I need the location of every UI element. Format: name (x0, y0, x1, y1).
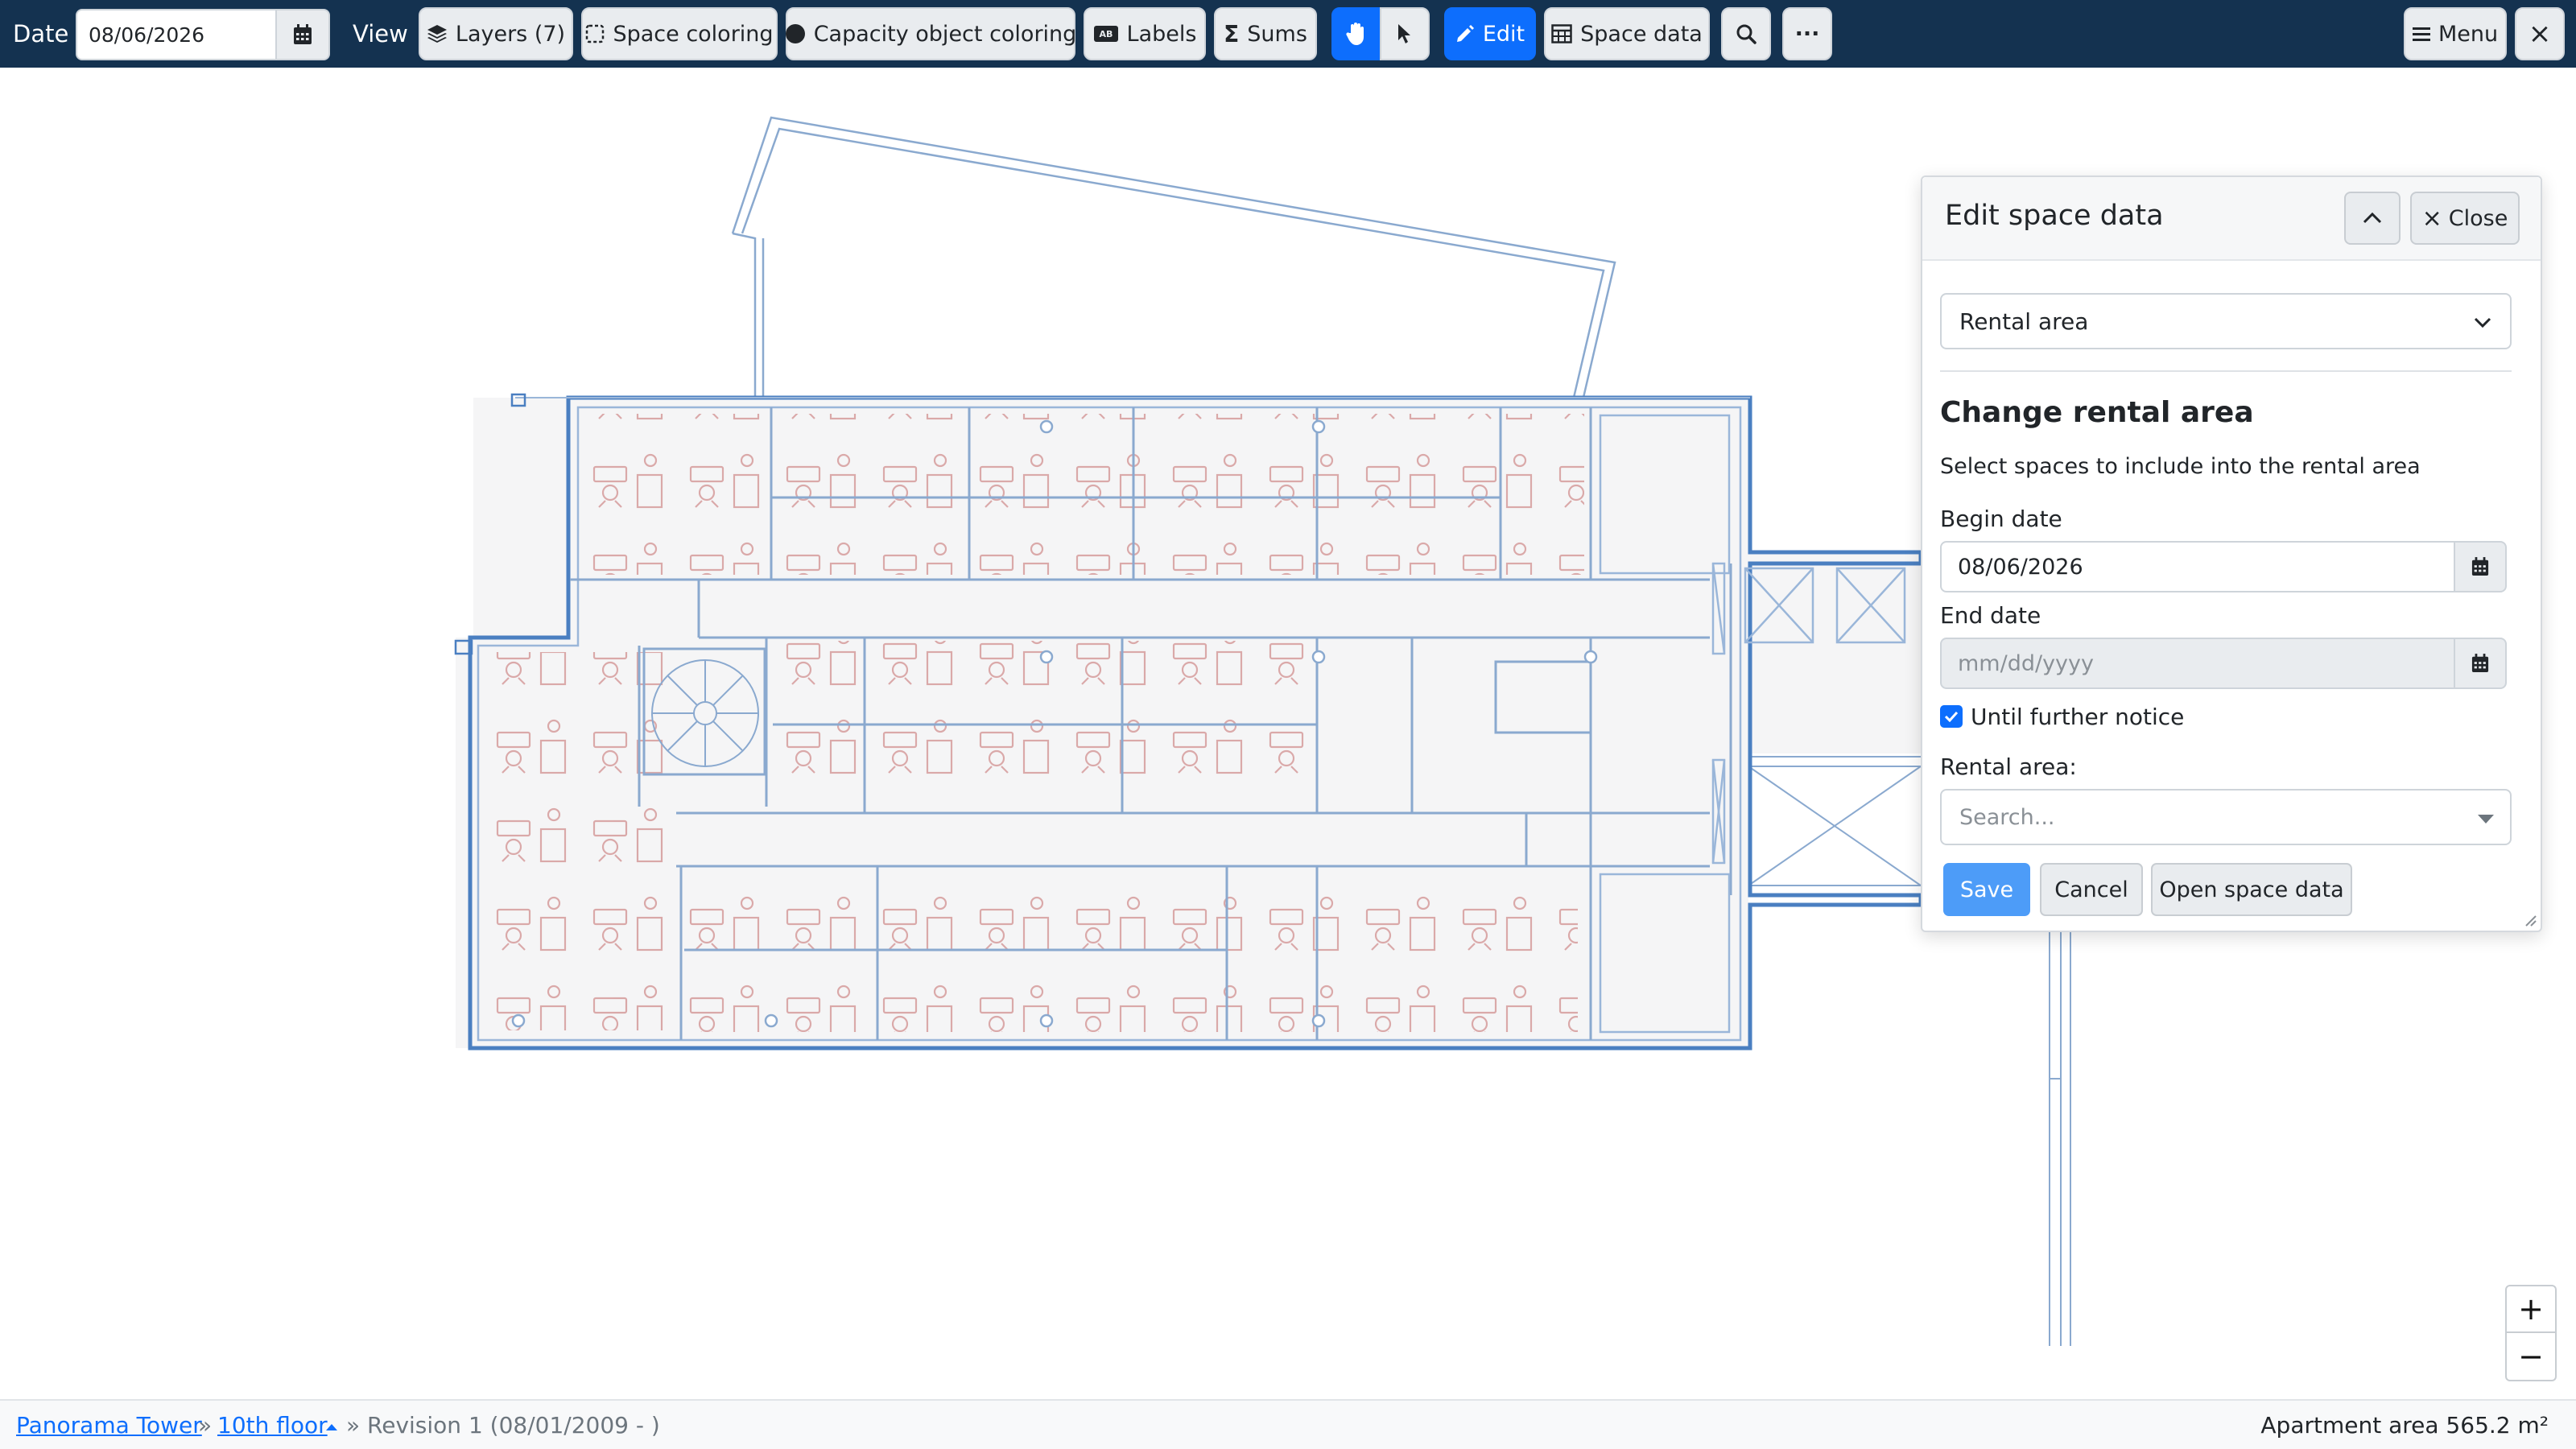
search-icon (1736, 24, 1757, 44)
calendar-icon (2471, 654, 2489, 672)
end-date-calendar-button[interactable] (2454, 638, 2507, 689)
close-icon: × (2421, 204, 2442, 233)
dropdown-caret-icon (2478, 815, 2494, 824)
pointer-icon (1398, 24, 1410, 43)
labels-button[interactable]: AB Labels (1084, 7, 1206, 60)
breadcrumb-separator: » (198, 1412, 213, 1439)
edit-label: Edit (1482, 21, 1525, 47)
layers-label: Layers (7) (455, 21, 566, 47)
space-coloring-label: Space coloring (613, 21, 774, 47)
until-further-notice-checkbox[interactable] (1940, 705, 1963, 728)
begin-date-label: Begin date (1940, 506, 2062, 532)
label-tag-icon: AB (1093, 26, 1118, 42)
breadcrumb-building[interactable]: Panorama Tower (16, 1413, 202, 1439)
close-panel-button[interactable]: × Close (2410, 192, 2520, 245)
date-input[interactable]: 08/06/2026 (76, 9, 277, 60)
panel-title: Edit space data (1945, 200, 2164, 232)
sigma-icon: Σ (1224, 20, 1240, 47)
space-coloring-button[interactable]: Space coloring (581, 7, 778, 60)
more-button[interactable]: ··· (1782, 7, 1832, 60)
view-label: View (353, 20, 408, 47)
close-app-button[interactable]: × (2515, 7, 2565, 60)
hand-icon (1346, 23, 1364, 45)
resize-handle-icon[interactable] (2523, 913, 2537, 927)
balcony-outline (731, 116, 1616, 402)
capacity-coloring-button[interactable]: Capacity object coloring (785, 7, 1077, 60)
apartment-area: Apartment area 565.2 m² (2260, 1412, 2549, 1439)
date-label: Date (13, 20, 69, 47)
search-button[interactable] (1721, 7, 1771, 60)
edit-button[interactable]: Edit (1444, 7, 1536, 60)
begin-date-calendar-button[interactable] (2454, 541, 2507, 592)
hamburger-icon (2412, 27, 2430, 41)
layers-button[interactable]: Layers (7) (419, 7, 573, 60)
table-icon (1551, 24, 1572, 43)
until-further-notice-label: Until further notice (1971, 704, 2185, 730)
pencil-icon (1456, 25, 1474, 42)
sums-label: Sums (1247, 21, 1307, 47)
filled-circle-icon (785, 24, 805, 43)
calendar-icon (294, 24, 312, 44)
open-space-data-button[interactable]: Open space data (2151, 863, 2352, 916)
begin-date-input[interactable]: 08/06/2026 (1940, 541, 2455, 592)
chevron-up-icon (2363, 213, 2382, 224)
checkmark-icon (1944, 711, 1959, 722)
pan-mode-button[interactable] (1331, 7, 1381, 60)
caret-up-icon[interactable] (325, 1423, 338, 1431)
capacity-coloring-label: Capacity object coloring (813, 21, 1077, 47)
rental-area-search-placeholder: Search... (1959, 804, 2055, 830)
rental-area-label: Rental area: (1940, 753, 2077, 780)
dashed-square-icon (586, 24, 605, 43)
breadcrumb-revision: » Revision 1 (08/01/2009 - ) (346, 1412, 660, 1439)
date-calendar-button[interactable] (275, 9, 330, 60)
end-date-label: End date (1940, 602, 2041, 629)
collapse-panel-button[interactable] (2344, 192, 2401, 245)
status-bar: Panorama Tower » 10th floor » Revision 1… (0, 1399, 2576, 1449)
layers-icon (427, 25, 447, 43)
sums-button[interactable]: Σ Sums (1214, 7, 1317, 60)
space-data-label: Space data (1580, 21, 1703, 47)
section-heading: Change rental area (1940, 396, 2254, 429)
rental-area-search[interactable]: Search... (1940, 789, 2512, 845)
zoom-in-button[interactable]: + (2505, 1285, 2557, 1333)
svg-text:AB: AB (1099, 29, 1113, 39)
close-panel-label: Close (2448, 205, 2508, 231)
end-date-input[interactable]: mm/dd/yyyy (1940, 638, 2455, 689)
edit-space-data-panel: Edit space data × Close Rental area Chan… (1921, 175, 2542, 932)
data-type-select[interactable]: Rental area (1940, 293, 2512, 349)
top-toolbar: Date 08/06/2026 View Layers (7) Space co… (0, 0, 2576, 68)
menu-label: Menu (2438, 21, 2499, 47)
divider (1940, 370, 2512, 372)
section-description: Select spaces to include into the rental… (1940, 454, 2421, 479)
select-mode-button[interactable] (1380, 7, 1430, 60)
cancel-button[interactable]: Cancel (2040, 863, 2143, 916)
chevron-down-icon (2474, 317, 2491, 328)
panel-header: Edit space data × Close (1922, 177, 2541, 261)
save-button[interactable]: Save (1943, 863, 2030, 916)
space-data-button[interactable]: Space data (1544, 7, 1710, 60)
zoom-out-button[interactable]: − (2505, 1333, 2557, 1381)
breadcrumb-floor[interactable]: 10th floor (217, 1413, 328, 1439)
labels-label: Labels (1126, 21, 1197, 47)
data-type-value: Rental area (1959, 308, 2089, 335)
menu-button[interactable]: Menu (2404, 7, 2507, 60)
calendar-icon (2471, 557, 2489, 576)
